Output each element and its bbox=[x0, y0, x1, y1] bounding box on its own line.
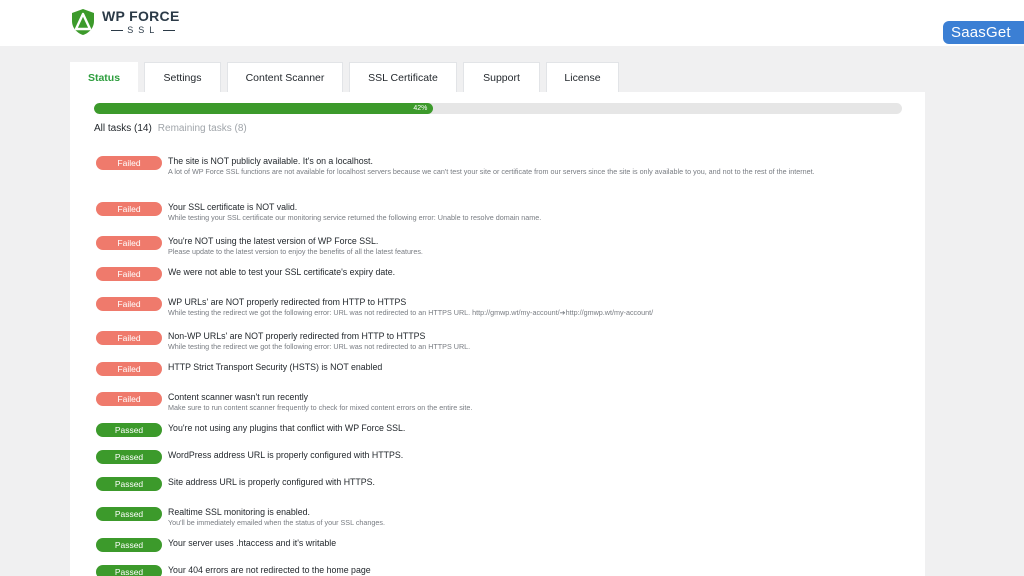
task-description: Make sure to run content scanner frequen… bbox=[168, 403, 473, 412]
task-item: Failed HTTP Strict Transport Security (H… bbox=[96, 362, 896, 376]
task-title: You're not using any plugins that confli… bbox=[168, 423, 406, 433]
task-item: Failed Non-WP URLs' are NOT properly red… bbox=[96, 331, 896, 352]
task-title: The site is NOT publicly available. It's… bbox=[168, 156, 373, 166]
task-item: Failed You're NOT using the latest versi… bbox=[96, 236, 896, 257]
task-item: Passed You're not using any plugins that… bbox=[96, 423, 896, 437]
task-item: Failed We were not able to test your SSL… bbox=[96, 267, 896, 281]
tab-ssl-certificate[interactable]: SSL Certificate bbox=[349, 62, 457, 92]
task-description: A lot of WP Force SSL functions are not … bbox=[168, 167, 815, 176]
task-item: Passed Site address URL is properly conf… bbox=[96, 477, 896, 491]
filter-all-tasks[interactable]: All tasks (14) bbox=[94, 123, 152, 134]
wp-force-ssl-logo[interactable]: WP FORCE SSL bbox=[70, 8, 180, 36]
status-badge: Passed bbox=[96, 423, 162, 437]
task-title: Site address URL is properly configured … bbox=[168, 477, 375, 487]
status-badge: Passed bbox=[96, 450, 162, 464]
task-description: While testing the redirect we got the fo… bbox=[168, 308, 654, 317]
status-badge: Failed bbox=[96, 202, 162, 216]
logo-subtitle-text: SSL bbox=[127, 25, 160, 35]
task-title: Your SSL certificate is NOT valid. bbox=[168, 202, 298, 212]
task-description: You'll be immediately emailed when the s… bbox=[168, 518, 385, 527]
task-title: WP URLs' are NOT properly redirected fro… bbox=[168, 297, 407, 307]
logo-text: WP FORCE SSL bbox=[102, 9, 180, 35]
task-item: Failed Content scanner wasn't run recent… bbox=[96, 392, 896, 413]
filter-remaining-tasks[interactable]: Remaining tasks (8) bbox=[158, 123, 247, 134]
status-badge: Failed bbox=[96, 331, 162, 345]
saasget-badge: SaasGet bbox=[943, 21, 1024, 44]
task-item: Failed WP URLs' are NOT properly redirec… bbox=[96, 297, 896, 318]
status-badge: Failed bbox=[96, 267, 162, 281]
tab-support[interactable]: Support bbox=[463, 62, 540, 92]
task-title: Your server uses .htaccess and it's writ… bbox=[168, 538, 337, 548]
logo-subtitle: SSL bbox=[106, 25, 176, 35]
task-description: Please update to the latest version to e… bbox=[168, 247, 423, 256]
progress-fill: 42% bbox=[94, 103, 434, 114]
progress-bar: 42% bbox=[94, 103, 902, 114]
status-badge: Failed bbox=[96, 156, 162, 170]
task-title: Realtime SSL monitoring is enabled. bbox=[168, 507, 310, 517]
task-item: Passed Your 404 errors are not redirecte… bbox=[96, 565, 896, 576]
status-badge: Passed bbox=[96, 507, 162, 521]
tab-license[interactable]: License bbox=[546, 62, 619, 92]
status-badge: Passed bbox=[96, 565, 162, 576]
top-header: WP FORCE SSL bbox=[0, 0, 1024, 46]
shield-logo-icon bbox=[72, 9, 94, 35]
task-title: We were not able to test your SSL certif… bbox=[168, 267, 396, 277]
tab-settings[interactable]: Settings bbox=[144, 62, 221, 92]
progress-label: 42% bbox=[413, 105, 428, 112]
tab-status[interactable]: Status bbox=[70, 62, 138, 93]
tab-bar: Status Settings Content Scanner SSL Cert… bbox=[70, 62, 619, 93]
task-title: Non-WP URLs' are NOT properly redirected… bbox=[168, 331, 426, 341]
task-title: HTTP Strict Transport Security (HSTS) is… bbox=[168, 362, 383, 372]
task-item: Failed The site is NOT publicly availabl… bbox=[96, 156, 896, 177]
logo-title: WP FORCE bbox=[102, 8, 180, 24]
status-badge: Passed bbox=[96, 477, 162, 491]
status-badge: Failed bbox=[96, 392, 162, 406]
task-description: While testing your SSL certificate our m… bbox=[168, 213, 542, 222]
status-panel: 42% All tasks (14) Remaining tasks (8) F… bbox=[70, 92, 925, 576]
status-badge: Failed bbox=[96, 236, 162, 250]
task-item: Failed Your SSL certificate is NOT valid… bbox=[96, 202, 896, 223]
task-title: You're NOT using the latest version of W… bbox=[168, 236, 379, 246]
task-title: WordPress address URL is properly config… bbox=[168, 450, 404, 460]
task-filters: All tasks (14) Remaining tasks (8) bbox=[94, 123, 247, 134]
tab-content-scanner[interactable]: Content Scanner bbox=[227, 62, 343, 92]
status-badge: Failed bbox=[96, 297, 162, 311]
task-title: Your 404 errors are not redirected to th… bbox=[168, 565, 371, 575]
status-badge: Failed bbox=[96, 362, 162, 376]
task-description: While testing the redirect we got the fo… bbox=[168, 342, 471, 351]
status-badge: Passed bbox=[96, 538, 162, 552]
task-item: Passed Realtime SSL monitoring is enable… bbox=[96, 507, 896, 528]
task-item: Passed WordPress address URL is properly… bbox=[96, 450, 896, 464]
task-item: Passed Your server uses .htaccess and it… bbox=[96, 538, 896, 552]
task-title: Content scanner wasn't run recently bbox=[168, 392, 309, 402]
